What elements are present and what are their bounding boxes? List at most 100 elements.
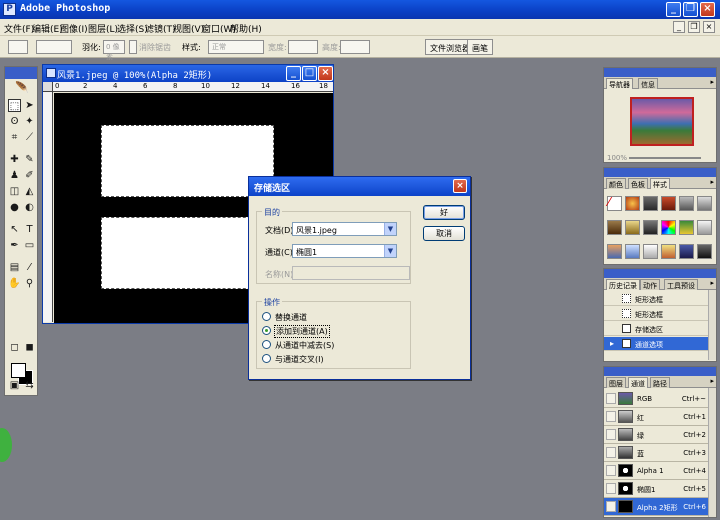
restore-button[interactable]: ❐ bbox=[683, 2, 698, 17]
history-brush-icon[interactable]: ✐ bbox=[23, 169, 36, 182]
path-select-icon[interactable]: ↖ bbox=[8, 223, 21, 236]
style-swatch[interactable] bbox=[661, 220, 676, 235]
radio-intersect-channel[interactable] bbox=[262, 354, 271, 363]
channel-row-active[interactable]: Alpha 2矩形 Ctrl+6 bbox=[604, 498, 708, 516]
tab-layers[interactable]: 图层 bbox=[606, 377, 626, 388]
history-item[interactable]: 矩形选框 bbox=[604, 292, 708, 306]
width-input[interactable] bbox=[288, 40, 318, 54]
panel-menu-icon[interactable]: ▸ bbox=[710, 178, 714, 186]
channels-scrollbar[interactable] bbox=[708, 388, 716, 517]
style-swatch[interactable] bbox=[697, 220, 712, 235]
style-swatch[interactable] bbox=[643, 220, 658, 235]
style-swatch[interactable] bbox=[697, 196, 712, 211]
channel-row[interactable]: 绿 Ctrl+2 bbox=[604, 426, 708, 444]
style-swatch[interactable] bbox=[607, 220, 622, 235]
channel-row[interactable]: 红 Ctrl+1 bbox=[604, 408, 708, 426]
style-swatch[interactable] bbox=[697, 244, 712, 259]
magic-wand-tool-icon[interactable]: ✦ bbox=[23, 115, 36, 128]
menu-file[interactable]: 文件(F) bbox=[4, 22, 34, 35]
healing-brush-icon[interactable]: ✚ bbox=[8, 153, 21, 166]
zoom-tool-icon[interactable]: ⚲ bbox=[23, 277, 36, 290]
marquee-tool-icon[interactable]: ⬚ bbox=[8, 99, 21, 112]
lasso-tool-icon[interactable]: ʘ bbox=[8, 115, 21, 128]
tab-actions[interactable]: 动作 bbox=[640, 279, 660, 290]
panel-menu-icon[interactable]: ▸ bbox=[710, 78, 714, 86]
hand-tool-icon[interactable]: ✋ bbox=[8, 277, 21, 290]
doc-window-minimize[interactable]: _ bbox=[286, 66, 301, 81]
zoom-slider[interactable] bbox=[629, 157, 701, 159]
style-swatch[interactable] bbox=[679, 244, 694, 259]
panel-menu-icon[interactable]: ▸ bbox=[710, 377, 714, 385]
menu-view[interactable]: 视图(V) bbox=[173, 22, 204, 35]
cancel-button[interactable]: 取消 bbox=[423, 226, 465, 241]
tab-channels[interactable]: 通道 bbox=[628, 377, 648, 388]
feather-input[interactable]: 0 像素 bbox=[103, 40, 125, 61]
screen-mode-icon[interactable]: ▣ bbox=[8, 379, 21, 392]
doc-close-button[interactable]: × bbox=[703, 21, 715, 33]
dialog-close-button[interactable]: × bbox=[453, 179, 467, 193]
doc-window-close[interactable]: × bbox=[318, 66, 333, 81]
menu-select[interactable]: 选择(S) bbox=[117, 22, 148, 35]
channel-row[interactable]: Alpha 1 Ctrl+4 bbox=[604, 462, 708, 480]
minimize-button[interactable]: _ bbox=[666, 2, 681, 17]
style-swatch[interactable] bbox=[625, 220, 640, 235]
style-swatch[interactable] bbox=[661, 244, 676, 259]
style-swatch[interactable] bbox=[679, 220, 694, 235]
ok-button[interactable]: 好 bbox=[423, 205, 465, 220]
bucket-tool-icon[interactable]: ◭ bbox=[23, 185, 36, 198]
tab-paths[interactable]: 路径 bbox=[650, 377, 670, 388]
tab-info[interactable]: 信息 bbox=[638, 78, 658, 89]
radio-replace-channel[interactable] bbox=[262, 312, 271, 321]
visibility-toggle[interactable] bbox=[606, 411, 616, 422]
brush-tool-icon[interactable]: ✎ bbox=[23, 153, 36, 166]
blur-tool-icon[interactable]: ● bbox=[8, 201, 21, 214]
history-item-active[interactable]: ▸ 通道选项 bbox=[604, 337, 708, 351]
visibility-toggle[interactable] bbox=[606, 501, 616, 512]
radio-subtract-channel[interactable] bbox=[262, 340, 271, 349]
visibility-toggle[interactable] bbox=[606, 483, 616, 494]
doc-restore-button[interactable]: ❐ bbox=[688, 21, 700, 33]
tab-history[interactable]: 历史记录 bbox=[606, 279, 640, 290]
style-swatch[interactable] bbox=[643, 244, 658, 259]
history-item[interactable]: 存储选区 bbox=[604, 322, 708, 336]
pen-tool-icon[interactable]: ✒ bbox=[8, 239, 21, 252]
antialias-checkbox[interactable] bbox=[129, 40, 137, 54]
selection-mode-buttons[interactable] bbox=[36, 40, 72, 54]
name-input[interactable] bbox=[292, 266, 410, 280]
eyedropper-tool-icon[interactable]: ⁄ bbox=[23, 261, 36, 274]
channel-select[interactable]: 椭圆1 ▼ bbox=[292, 244, 397, 258]
move-tool-icon[interactable]: ➤ bbox=[23, 99, 36, 112]
style-swatch[interactable] bbox=[625, 196, 640, 211]
history-scrollbar[interactable] bbox=[708, 290, 716, 360]
navigator-thumbnail[interactable] bbox=[630, 97, 694, 146]
close-button[interactable]: × bbox=[700, 2, 715, 17]
marquee-preset-button[interactable] bbox=[8, 40, 28, 54]
height-input[interactable] bbox=[340, 40, 370, 54]
radio-add-to-channel[interactable] bbox=[262, 326, 271, 335]
channel-row[interactable]: RGB Ctrl+~ bbox=[604, 390, 708, 408]
type-tool-icon[interactable]: T bbox=[23, 223, 36, 236]
channel-row[interactable]: 蓝 Ctrl+3 bbox=[604, 444, 708, 462]
zoom-level[interactable]: 100% bbox=[607, 154, 627, 162]
ruler-origin[interactable] bbox=[43, 82, 53, 92]
shape-tool-icon[interactable]: ▭ bbox=[23, 239, 36, 252]
style-swatch[interactable] bbox=[643, 196, 658, 211]
notes-tool-icon[interactable]: ▤ bbox=[8, 261, 21, 274]
style-swatch[interactable] bbox=[679, 196, 694, 211]
tab-tool-presets[interactable]: 工具预设 bbox=[664, 279, 698, 290]
menu-filter[interactable]: 滤镜(T) bbox=[145, 22, 176, 35]
tab-swatches[interactable]: 色板 bbox=[628, 178, 648, 189]
vertical-ruler[interactable] bbox=[43, 92, 53, 322]
foreground-color-swatch[interactable] bbox=[11, 363, 26, 378]
jump-to-imageready-icon[interactable]: ⇆ bbox=[23, 379, 36, 392]
style-swatch[interactable] bbox=[607, 244, 622, 259]
menu-edit[interactable]: 编辑(E) bbox=[32, 22, 63, 35]
visibility-toggle[interactable] bbox=[606, 447, 616, 458]
crop-tool-icon[interactable]: ⌗ bbox=[8, 131, 21, 144]
horizontal-ruler[interactable]: 0 2 4 6 8 10 12 14 16 18 bbox=[53, 82, 333, 92]
document-select[interactable]: 风景1.jpeg ▼ bbox=[292, 222, 397, 236]
slice-tool-icon[interactable]: ⟋ bbox=[23, 131, 36, 144]
doc-minimize-button[interactable]: _ bbox=[673, 21, 685, 33]
eraser-tool-icon[interactable]: ◫ bbox=[8, 185, 21, 198]
style-select[interactable]: 正常 bbox=[208, 40, 264, 54]
